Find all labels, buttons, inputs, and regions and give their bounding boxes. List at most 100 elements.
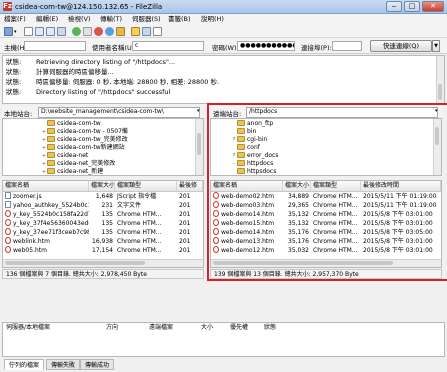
remote-file-size: 35,032 <box>288 247 309 254</box>
remote-file-header: 檔案名稱 檔案大小 檔案類型 最後修改時間 <box>211 181 441 192</box>
remote-file-row[interactable]: web-demo14.htm 35,132 Chrome HTM... 2015/5/… <box>211 210 441 219</box>
local-file-row[interactable]: zoomer.js 1,648 JScript 指令檔 201 <box>3 192 203 201</box>
quickconnect-dropdown-icon[interactable]: ▼ <box>432 40 440 52</box>
toggle-queue-icon[interactable] <box>57 27 66 36</box>
local-col-name[interactable]: 檔案名稱 <box>3 181 89 191</box>
close-button[interactable]: ✕ <box>422 1 444 12</box>
remote-path-input[interactable]: /httpdocs <box>246 107 438 118</box>
remote-tree-item[interactable]: ? cgi-bin <box>231 136 267 144</box>
local-file-row[interactable]: y_key_5524b0c158fa22d7.ht... 135 Chrome HT… <box>3 210 203 219</box>
local-path-input[interactable]: D:\website_management\csidea-com-tw\ <box>38 107 200 118</box>
menu-file[interactable]: 檔案(F) <box>1 14 29 25</box>
menu-view[interactable]: 檢視(V) <box>65 14 94 25</box>
remote-directory-tree: anon_ftp bin ? cgi-bin conf ? error_docs -… <box>210 118 442 176</box>
remote-tree-item[interactable]: httpsdocs <box>231 168 276 175</box>
remote-col-modified[interactable]: 最後修改時間 <box>361 181 441 191</box>
log-scrollbar[interactable] <box>436 56 444 103</box>
disconnect-icon[interactable] <box>105 27 114 36</box>
queue-col-remote[interactable]: 遠端檔案 <box>146 323 173 333</box>
username-input[interactable]: c <box>132 41 204 51</box>
remote-file-mod: 2015/5/8 下午 03:01:00 <box>363 247 433 254</box>
local-tree-item[interactable]: + csidea-net_新建 <box>41 168 103 175</box>
local-tree-item[interactable]: + csidea-com-tw - 0507備 <box>41 128 128 136</box>
menu-bookmarks[interactable]: 書籤(B) <box>165 14 194 25</box>
remote-files-hscrollbar[interactable] <box>211 259 441 267</box>
queue-col-size[interactable]: 大小 <box>198 323 213 333</box>
directory-compare-icon[interactable] <box>131 27 140 36</box>
site-manager-icon[interactable] <box>4 27 13 36</box>
local-tree-item[interactable]: csidea-com-tw <box>41 120 101 128</box>
chrome-html-icon <box>213 210 219 217</box>
remote-file-size: 35,176 <box>288 238 309 245</box>
local-file-name: web05.htm <box>3 246 89 255</box>
remote-file-row[interactable]: web-demo14.htm 35,176 Chrome HTM... 2015/5/… <box>211 228 441 237</box>
process-queue-icon[interactable] <box>83 27 92 36</box>
minimize-button[interactable]: ‒ <box>386 1 402 12</box>
remote-path-dropdown-icon[interactable]: ▾ <box>435 108 438 114</box>
sync-browse-icon[interactable] <box>142 27 151 36</box>
quickconnect-button[interactable]: 快速連線(Q) <box>370 40 432 52</box>
remote-tree-item[interactable]: ? error_docs <box>231 152 278 160</box>
remote-col-size[interactable]: 檔案大小 <box>283 181 311 191</box>
local-tree-item[interactable]: + csidea-com-tw_完美修改 <box>41 136 128 144</box>
folder-icon <box>237 152 245 158</box>
remote-tree-item[interactable]: bin <box>231 128 256 136</box>
password-input[interactable]: ●●●●●●●●●●●● <box>237 41 295 51</box>
remote-file-row[interactable]: web-demo13.htm 35,176 Chrome HTM... 2015/5/… <box>211 237 441 246</box>
queue-col-priority[interactable]: 優先權 <box>227 323 248 333</box>
menu-transfer[interactable]: 傳輸(T) <box>97 14 125 25</box>
tab-successful-transfers[interactable]: 傳輸成功 <box>80 359 115 370</box>
toggle-remote-tree-icon[interactable] <box>46 27 55 36</box>
reconnect-icon[interactable] <box>116 27 125 36</box>
local-file-row[interactable]: weblink.htm 16,938 Chrome HTM... 201 <box>3 237 203 246</box>
local-files-hscrollbar[interactable] <box>3 259 203 267</box>
menu-server[interactable]: 伺服器(S) <box>129 14 164 25</box>
local-file-row[interactable]: yahoo_authkey_5524b0c158... 231 文字文件 201 <box>3 201 203 210</box>
local-col-size[interactable]: 檔案大小 <box>89 181 115 191</box>
local-col-type[interactable]: 檔案類型 <box>115 181 177 191</box>
remote-file-row[interactable]: web-demo02.htm 34,889 Chrome HTM... 2015/5/… <box>211 192 441 201</box>
remote-tree-scrollbar[interactable] <box>433 119 441 175</box>
toggle-local-tree-icon[interactable] <box>35 27 44 36</box>
local-tree-item[interactable]: + csidea-net_完美修改 <box>41 160 115 168</box>
remote-file-name: web-demo03.htm <box>211 201 283 210</box>
remote-tree-item[interactable]: conf <box>231 144 260 152</box>
remote-col-type[interactable]: 檔案類型 <box>311 181 361 191</box>
local-file-row[interactable]: y_key_37ee71f3ceeb7c98.html 135 Chrome HTM… <box>3 228 203 237</box>
menu-edit[interactable]: 編輯(E) <box>33 14 61 25</box>
local-tree-item[interactable]: + csidea-com-tw新建網站 <box>41 144 125 152</box>
site-manager-dropdown-icon[interactable]: ▾ <box>14 29 17 35</box>
remote-tree-item[interactable]: - httpdocs <box>231 160 273 168</box>
local-file-row[interactable]: y_key_37f4e56360043ed0.html 135 Chrome HTM… <box>3 219 203 228</box>
queue-col-server-local[interactable]: 伺服器/本地檔案 <box>3 323 50 333</box>
remote-file-type: Chrome HTM... <box>313 229 358 236</box>
menu-help[interactable]: 說明(H) <box>198 14 227 25</box>
remote-file-row[interactable]: web-demo12.htm 35,032 Chrome HTM... 2015/5/… <box>211 246 441 255</box>
folder-icon <box>47 160 55 166</box>
queue-col-direction[interactable]: 方向 <box>103 323 118 333</box>
folder-icon <box>237 160 245 166</box>
local-tree-item[interactable]: + csidea-net <box>41 152 88 160</box>
local-file-row[interactable]: web05.htm 17,154 Chrome HTM... 201 <box>3 246 203 255</box>
chrome-html-icon <box>213 237 219 244</box>
local-tree-scrollbar[interactable] <box>195 119 203 175</box>
local-directory-tree: csidea-com-tw + csidea-com-tw - 0507備 + cs… <box>2 118 204 176</box>
remote-tree-item[interactable]: anon_ftp <box>231 120 273 128</box>
host-input[interactable] <box>24 41 86 51</box>
refresh-icon[interactable] <box>72 27 81 36</box>
port-input[interactable] <box>332 41 362 51</box>
remote-file-row[interactable]: web-demo03.htm 29,365 Chrome HTM... 2015/5/… <box>211 201 441 210</box>
cancel-icon[interactable] <box>94 27 103 36</box>
remote-file-row[interactable]: web-demo15.htm 35,132 Chrome HTM... 2015/5/… <box>211 219 441 228</box>
local-col-modified[interactable]: 最後修 <box>177 181 203 191</box>
remote-col-name[interactable]: 檔案名稱 <box>211 181 283 191</box>
folder-icon <box>47 168 55 174</box>
chrome-html-icon <box>5 246 11 253</box>
toggle-log-icon[interactable] <box>24 27 33 36</box>
search-files-icon[interactable] <box>153 27 162 36</box>
local-path-dropdown-icon[interactable]: ▾ <box>197 108 200 114</box>
queue-col-status[interactable]: 狀態 <box>261 323 276 333</box>
maximize-button[interactable]: □ <box>404 1 420 12</box>
tab-failed-transfers[interactable]: 傳輸失敗 <box>46 359 81 370</box>
tab-queued-files[interactable]: 佇列的檔案 <box>4 359 45 370</box>
